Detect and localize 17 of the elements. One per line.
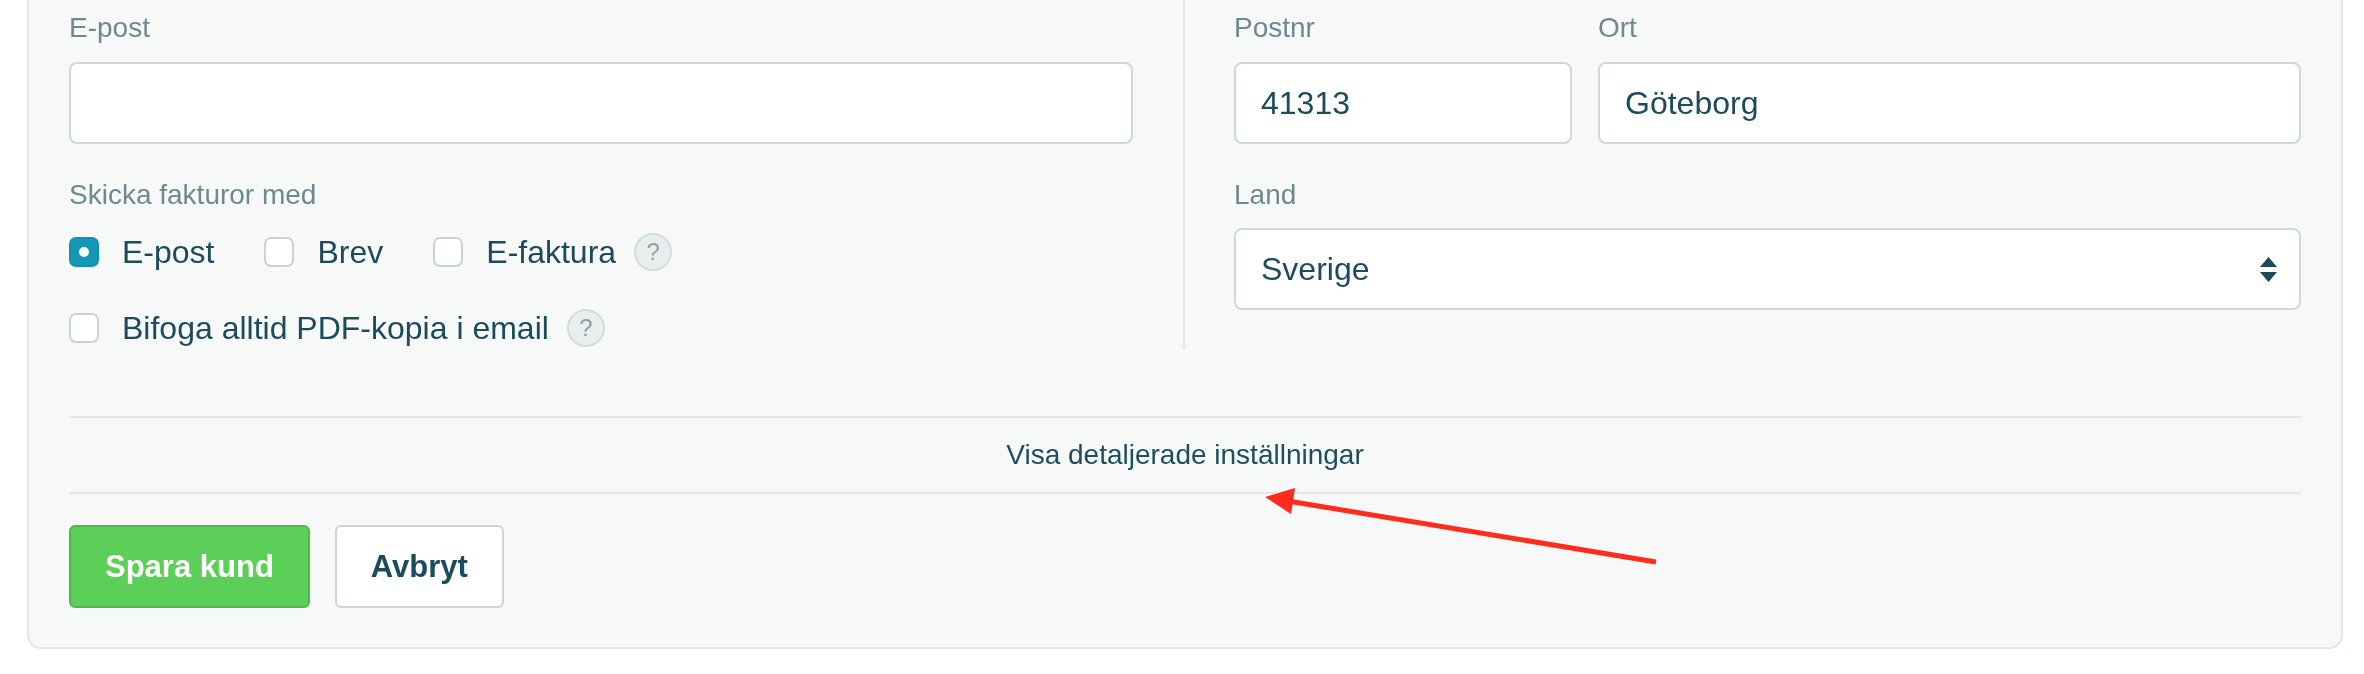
field-label: Ort xyxy=(1598,12,1638,44)
country-select[interactable]: Sverige xyxy=(1234,228,2301,310)
checkbox[interactable] xyxy=(69,237,99,267)
cancel-button[interactable]: Avbryt xyxy=(334,525,504,608)
checkbox-label: E-post xyxy=(122,233,215,272)
field-label: E-post xyxy=(69,12,151,44)
postal-code-field[interactable]: 41313 xyxy=(1234,62,1572,144)
group-label: Skicka fakturor med xyxy=(69,179,318,211)
checkbox-label: Bifoga alltid PDF-kopia i email xyxy=(122,309,549,348)
show-details-link[interactable]: Visa detaljerade inställningar xyxy=(1006,438,1364,472)
select-arrows-icon xyxy=(2260,256,2277,282)
checkbox-label: Brev xyxy=(317,233,384,272)
email-field[interactable] xyxy=(69,62,1133,144)
city-field[interactable]: Göteborg xyxy=(1598,62,2301,144)
field-label: Land xyxy=(1234,179,1298,211)
field-label: Postnr xyxy=(1234,12,1316,44)
checkbox-label: E-faktura xyxy=(486,233,617,272)
